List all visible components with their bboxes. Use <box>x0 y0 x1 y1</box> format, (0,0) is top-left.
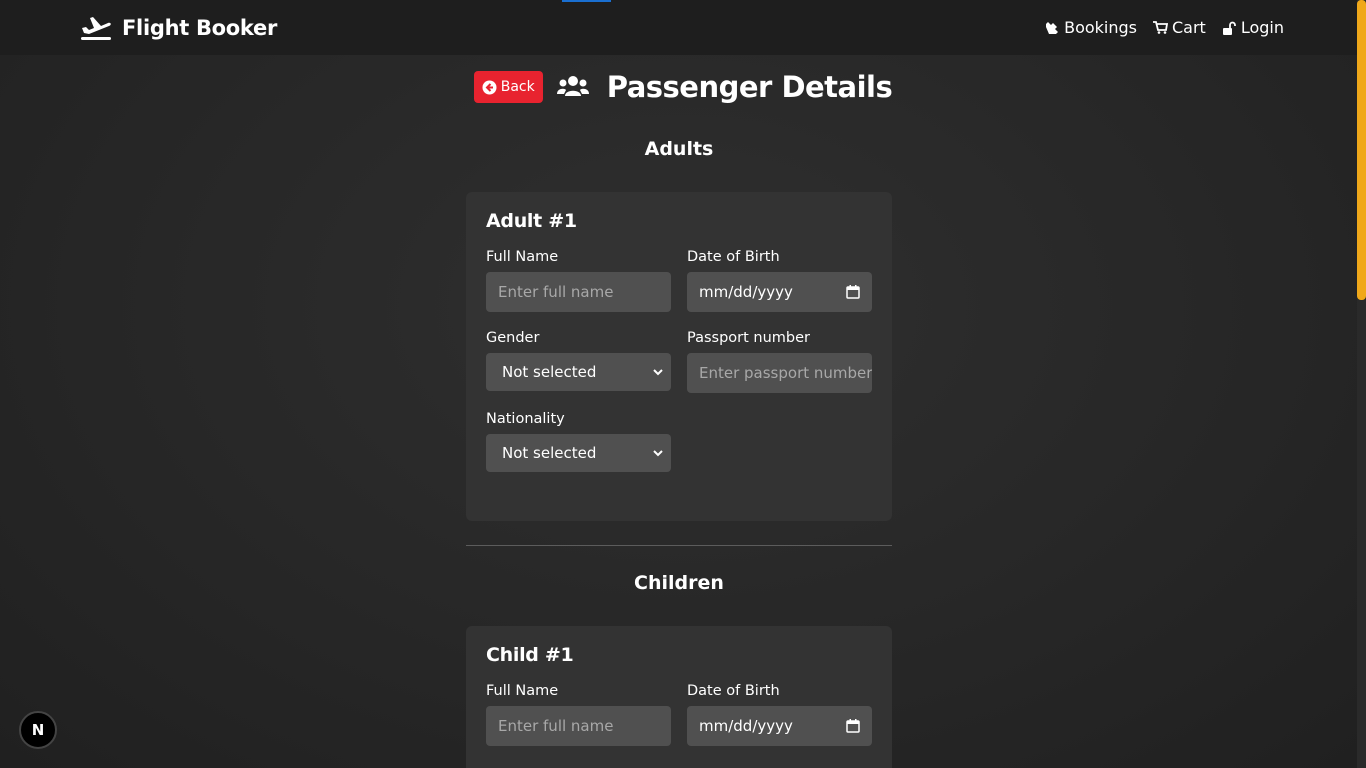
adult-passport-group: Passport number Enter passport number <box>687 330 872 393</box>
adult-passenger-card: Adult #1 Full Name Enter full name Date … <box>466 192 892 521</box>
nav-login-link[interactable]: Login <box>1222 18 1284 37</box>
dob-label: Date of Birth <box>687 249 780 265</box>
gender-label: Gender <box>486 330 540 346</box>
brand[interactable]: Flight Booker <box>80 15 277 41</box>
nav-bookings-link[interactable]: Bookings <box>1045 18 1137 37</box>
passport-placeholder: Enter passport number <box>699 364 872 382</box>
airplane-icon <box>81 16 111 40</box>
passport-label: Passport number <box>687 330 811 346</box>
nav-links: Bookings Cart Login <box>1045 18 1284 37</box>
adult-form-grid: Full Name Enter full name Date of Birth … <box>486 249 872 472</box>
dev-badge-label: N <box>31 721 45 739</box>
adult-nationality-select[interactable]: Not selected <box>486 434 671 472</box>
children-section-title: Children <box>0 572 1366 594</box>
back-button-label: Back <box>500 79 535 95</box>
child-dob-group: Date of Birth mm/dd/yyyy <box>687 683 872 746</box>
adult-gender-select[interactable]: Not selected <box>486 353 671 391</box>
ticket-icon <box>1046 22 1059 34</box>
page-title: Passenger Details <box>606 70 893 104</box>
navbar: Flight Booker Bookings Cart Login <box>0 0 1366 55</box>
adult-full-name-group: Full Name Enter full name <box>486 249 671 312</box>
child-card-title: Child #1 <box>486 644 574 666</box>
dev-tools-badge[interactable]: N <box>19 711 57 749</box>
full-name-placeholder: Enter full name <box>498 283 614 301</box>
child-full-name-input[interactable]: Enter full name <box>486 706 671 746</box>
gender-value: Not selected <box>502 363 597 381</box>
adults-heading: Adults <box>644 138 714 160</box>
nav-bookings-label: Bookings <box>1064 18 1137 37</box>
nav-cart-label: Cart <box>1172 18 1206 37</box>
adult-gender-group: Gender Not selected <box>486 330 671 393</box>
calendar-icon[interactable] <box>846 719 860 733</box>
adult-dob-input[interactable]: mm/dd/yyyy <box>687 272 872 312</box>
child-form-grid: Full Name Enter full name Date of Birth … <box>486 683 872 746</box>
chevron-down-icon <box>653 449 663 456</box>
nationality-label: Nationality <box>486 411 565 427</box>
page-header: Back Passenger Details <box>0 70 1366 104</box>
scrollbar-track[interactable] <box>1357 0 1366 768</box>
dob-label: Date of Birth <box>687 683 780 699</box>
adult-card-title: Adult #1 <box>486 210 577 232</box>
child-dob-input[interactable]: mm/dd/yyyy <box>687 706 872 746</box>
adult-full-name-input[interactable]: Enter full name <box>486 272 671 312</box>
nationality-value: Not selected <box>502 444 597 462</box>
brand-name: Flight Booker <box>122 15 278 40</box>
nav-accent-bar <box>562 0 611 2</box>
nav-cart-link[interactable]: Cart <box>1153 18 1206 37</box>
back-button[interactable]: Back <box>473 71 543 103</box>
cart-icon <box>1153 21 1168 34</box>
chevron-down-icon <box>653 368 663 375</box>
adult-dob-group: Date of Birth mm/dd/yyyy <box>687 249 872 312</box>
nav-login-label: Login <box>1240 18 1284 37</box>
full-name-label: Full Name <box>486 683 559 699</box>
adults-section-title: Adults <box>0 138 1366 160</box>
dob-value: mm/dd/yyyy <box>699 283 793 301</box>
adult-passport-input[interactable]: Enter passport number <box>687 353 872 393</box>
children-heading: Children <box>634 572 724 594</box>
child-passenger-card: Child #1 Full Name Enter full name Date … <box>466 626 892 768</box>
dob-value: mm/dd/yyyy <box>699 717 793 735</box>
circle-arrow-left-icon <box>482 80 497 94</box>
child-full-name-group: Full Name Enter full name <box>486 683 671 746</box>
full-name-placeholder: Enter full name <box>498 717 614 735</box>
calendar-icon[interactable] <box>846 285 860 299</box>
adult-nationality-group: Nationality Not selected <box>486 411 671 472</box>
full-name-label: Full Name <box>486 249 559 265</box>
users-icon <box>556 76 589 96</box>
unlock-icon <box>1222 21 1236 35</box>
section-divider <box>466 545 892 546</box>
